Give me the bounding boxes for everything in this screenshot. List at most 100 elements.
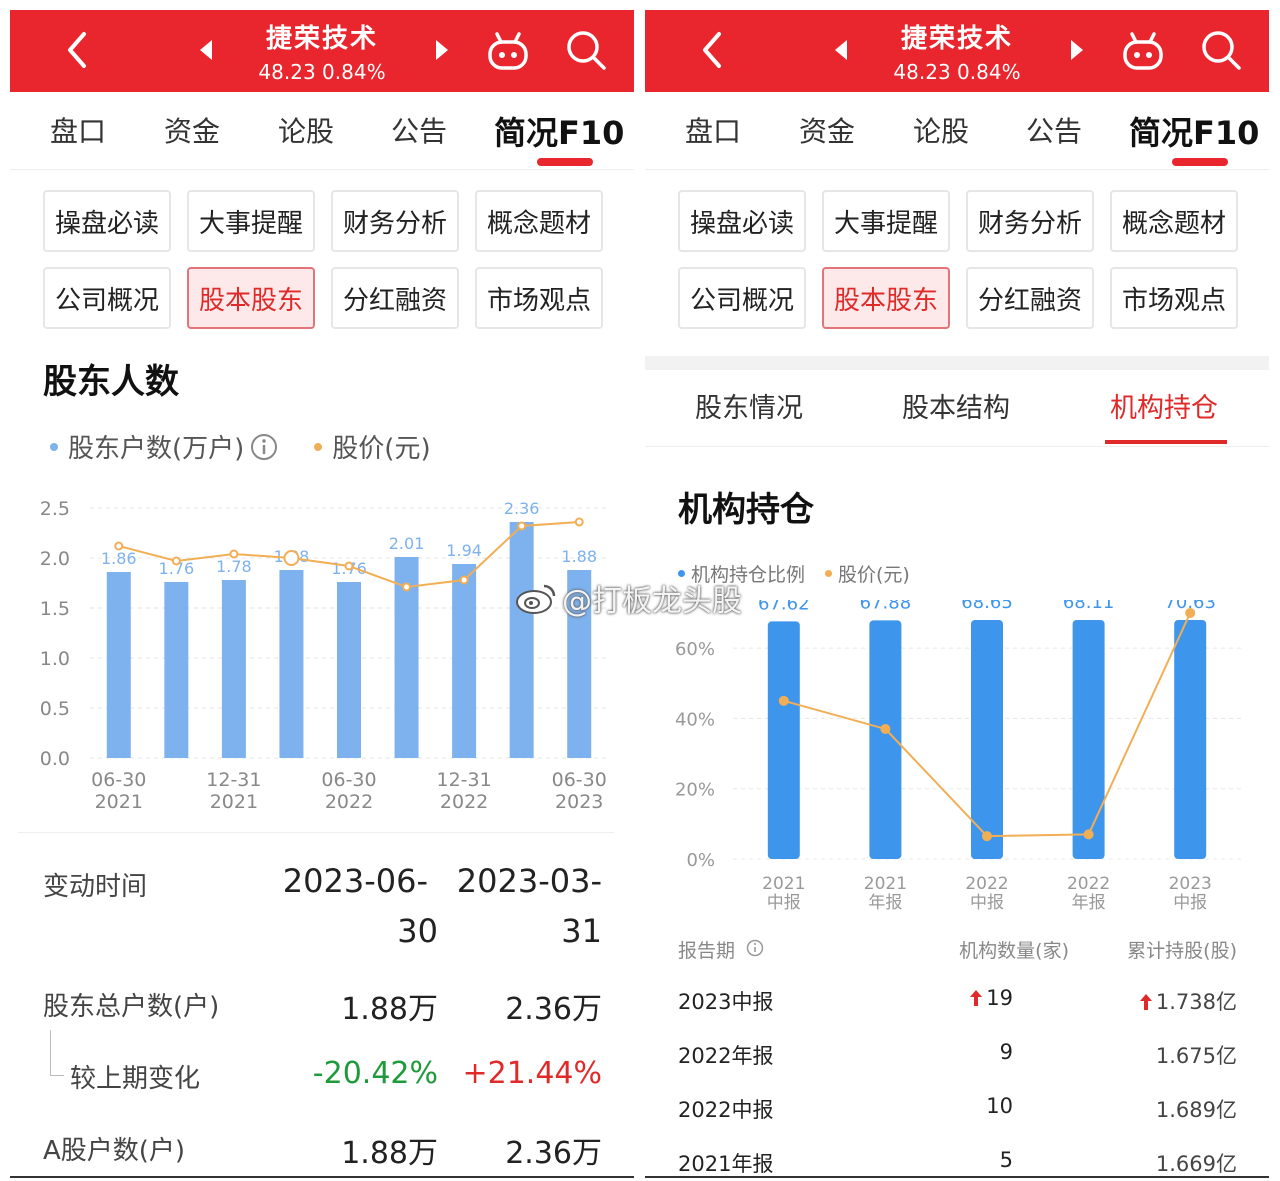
btn-dashi[interactable]: 大事提醒 xyxy=(822,190,950,252)
ratio-bar xyxy=(767,621,800,859)
bar-value-label: 1.88 xyxy=(561,547,597,566)
search-icon[interactable] xyxy=(564,28,608,72)
price-point xyxy=(171,556,181,566)
watermark-text: @打板龙头股 xyxy=(562,584,742,619)
btn-gongsi[interactable]: 公司概况 xyxy=(678,267,806,329)
tab-pankou[interactable]: 盘口 xyxy=(50,110,106,150)
x-tick-label: 2023 xyxy=(1169,874,1212,894)
robot-assistant-icon[interactable] xyxy=(484,28,532,76)
price-point xyxy=(778,695,789,706)
x-tick-label: 2022 xyxy=(440,791,488,813)
bar-value-label: 1.78 xyxy=(216,557,252,576)
btn-dashi[interactable]: 大事提醒 xyxy=(187,190,315,252)
holders-bar xyxy=(452,564,477,758)
x-tick-label: 2022 xyxy=(965,874,1008,894)
info-icon[interactable] xyxy=(746,939,764,957)
stock-quote: 48.23 0.84% xyxy=(258,60,386,84)
holders-bar xyxy=(164,582,189,758)
row-count-cell: 19 xyxy=(893,986,1013,1010)
price-point xyxy=(402,582,412,592)
holders-bar xyxy=(509,522,534,758)
stock-header-right: 捷荣技术 48.23 0.84% xyxy=(645,10,1269,92)
subtab-structure[interactable]: 股本结构 xyxy=(902,386,1010,425)
ratio-bar xyxy=(1174,620,1207,859)
date1-line2: 30 xyxy=(397,912,438,950)
x-tick-label: 12-31 xyxy=(206,769,261,791)
bar-value-label: 68.65 xyxy=(961,600,1013,613)
btn-caopan[interactable]: 操盘必读 xyxy=(678,190,806,252)
btn-guben-selected[interactable]: 股本股东 xyxy=(187,267,315,329)
info-icon[interactable] xyxy=(250,433,278,461)
row-shares: 1.675亿 xyxy=(1155,1044,1237,1068)
btn-shichang[interactable]: 市场观点 xyxy=(475,267,603,329)
robot-assistant-icon[interactable] xyxy=(1119,28,1167,76)
row-shares-cell: 1.669亿 xyxy=(1097,1148,1237,1178)
tab-gonggao[interactable]: 公告 xyxy=(1026,110,1082,150)
legend-holders-label: 股东户数(万户) xyxy=(68,434,245,464)
change-value-2: +21.44% xyxy=(462,1056,602,1091)
tab-pankou[interactable]: 盘口 xyxy=(685,110,741,150)
btn-shichang[interactable]: 市场观点 xyxy=(1110,267,1238,329)
y-tick-label: 0% xyxy=(686,850,715,871)
y-tick-label: 1.0 xyxy=(40,648,70,670)
row-period: 2021年报 xyxy=(678,1152,774,1176)
table-row[interactable]: 2023中报 19 1.738亿 xyxy=(645,986,1269,1026)
up-arrow-icon xyxy=(1139,994,1152,1010)
institution-section-title: 机构持仓 xyxy=(678,490,814,530)
a-share-holders-1: 1.88万 xyxy=(341,1136,438,1171)
price-point xyxy=(574,517,584,527)
search-icon[interactable] xyxy=(1199,28,1243,72)
table-row[interactable]: 2022年报 9 1.675亿 xyxy=(645,1040,1269,1080)
x-tick-label: 06-30 xyxy=(552,769,607,791)
change-time-label: 变动时间 xyxy=(43,872,148,902)
subtab-holders[interactable]: 股东情况 xyxy=(695,386,803,425)
price-point xyxy=(880,723,891,734)
row-shares: 1.738亿 xyxy=(1155,990,1237,1014)
x-tick-label: 中报 xyxy=(767,893,801,913)
btn-gainian[interactable]: 概念题材 xyxy=(1110,190,1238,252)
btn-caopan[interactable]: 操盘必读 xyxy=(43,190,171,252)
bar-value-label: 67.62 xyxy=(758,600,810,614)
stock-name: 捷荣技术 xyxy=(900,24,1013,54)
prev-stock-icon[interactable] xyxy=(196,38,216,62)
th-count: 机构数量(家) xyxy=(959,940,1069,962)
next-stock-icon[interactable] xyxy=(432,38,452,62)
x-tick-label: 2021 xyxy=(210,791,258,813)
x-tick-label: 中报 xyxy=(970,893,1004,913)
back-arrow-icon[interactable] xyxy=(693,30,733,70)
tab-gonggao[interactable]: 公告 xyxy=(391,110,447,150)
bar-value-label: 67.88 xyxy=(860,600,912,613)
y-tick-label: 0.0 xyxy=(40,748,70,770)
legend-price-label: 股价(元) xyxy=(332,434,431,464)
subtab-institution[interactable]: 机构持仓 xyxy=(1110,386,1218,425)
y-tick-label: 20% xyxy=(675,780,715,801)
btn-gongsi[interactable]: 公司概况 xyxy=(43,267,171,329)
prev-stock-icon[interactable] xyxy=(831,38,851,62)
row-count-cell: 9 xyxy=(893,1040,1013,1064)
btn-caiwu[interactable]: 财务分析 xyxy=(966,190,1094,252)
tab-zijin[interactable]: 资金 xyxy=(799,110,855,150)
price-point xyxy=(459,575,469,585)
y-tick-label: 2.5 xyxy=(40,498,70,520)
tab-f10[interactable]: 简况F10 xyxy=(494,108,624,154)
back-arrow-icon[interactable] xyxy=(58,30,98,70)
tab-zijin[interactable]: 资金 xyxy=(164,110,220,150)
tab-lungu[interactable]: 论股 xyxy=(913,110,969,150)
btn-gainian[interactable]: 概念题材 xyxy=(475,190,603,252)
active-tab-indicator xyxy=(1172,158,1228,166)
bottom-edge-left xyxy=(10,1176,634,1178)
tab-f10[interactable]: 简况F10 xyxy=(1129,108,1259,154)
btn-guben-selected[interactable]: 股本股东 xyxy=(822,267,950,329)
holders-section-title: 股东人数 xyxy=(43,362,179,402)
holders-bar xyxy=(221,580,246,758)
btn-fenhong[interactable]: 分红融资 xyxy=(966,267,1094,329)
price-point xyxy=(114,541,124,551)
tab-lungu[interactable]: 论股 xyxy=(278,110,334,150)
btn-fenhong[interactable]: 分红融资 xyxy=(331,267,459,329)
th-shares: 累计持股(股) xyxy=(1127,940,1237,962)
main-tabs: 盘口 资金 论股 公告 简况F10 xyxy=(10,98,634,170)
table-row[interactable]: 2022中报 10 1.689亿 xyxy=(645,1094,1269,1134)
row-count: 10 xyxy=(986,1094,1013,1118)
btn-caiwu[interactable]: 财务分析 xyxy=(331,190,459,252)
next-stock-icon[interactable] xyxy=(1067,38,1087,62)
